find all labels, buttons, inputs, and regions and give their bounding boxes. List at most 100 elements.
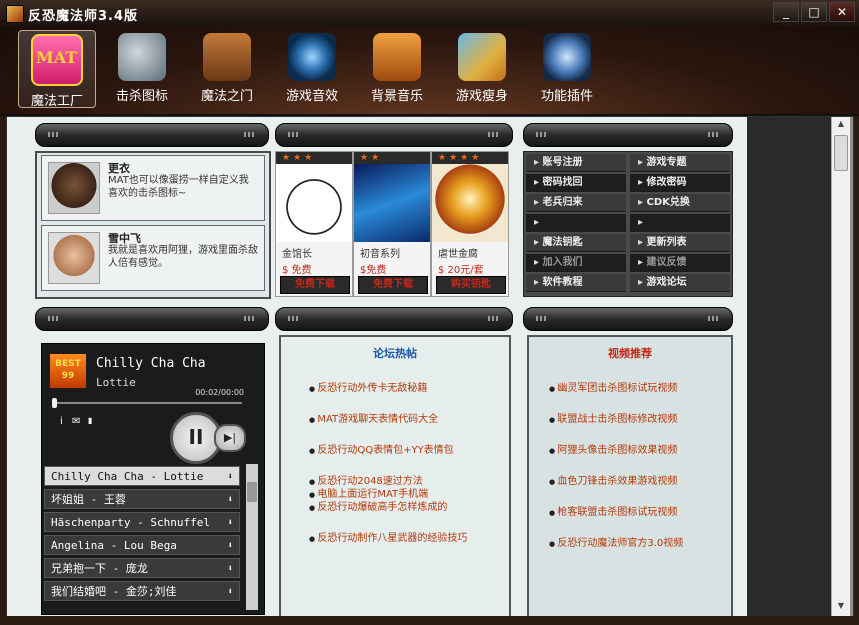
forum-post-link[interactable]: 反恐行动外传卡无敌秘籍 (309, 379, 427, 394)
mail-icon[interactable]: ✉ (72, 416, 80, 427)
tool-plugins[interactable]: 功能插件 (529, 30, 605, 106)
skin-thumbnail[interactable] (276, 164, 352, 242)
link-empty[interactable] (526, 214, 626, 232)
tool-game-sound[interactable]: 游戏音效 (274, 30, 350, 106)
forum-post-link[interactable]: MAT游戏聊天表情代码大全 (309, 410, 438, 425)
link-join-us[interactable]: 加入我们 (526, 254, 626, 272)
user-comment: MAT也可以像蛋捞一样自定义我喜欢的击杀图标~ (108, 175, 249, 199)
link-password-recovery[interactable]: 密码找回 (526, 174, 626, 192)
maximize-button[interactable]: □ (801, 2, 827, 22)
buy-key-button[interactable]: 购买钥匙 (436, 276, 506, 294)
vertical-scrollbar[interactable]: ▲ ▼ (831, 117, 850, 617)
tool-label: 魔法之门 (200, 89, 253, 104)
playlist-item[interactable]: 坏姐姐 - 王蓉 ⬇ (44, 489, 240, 509)
tool-label: 功能插件 (540, 89, 593, 104)
music-player: BEST 99 Chilly Cha Cha Lottie 00:02/00:0… (41, 343, 265, 615)
link-tutorial[interactable]: 软件教程 (526, 274, 626, 292)
rating-stars: ★★★ (276, 152, 352, 164)
rating-stars: ★★★★ (432, 152, 508, 164)
forum-post-link[interactable]: 反恐行动制作八星武器的经验技巧 (309, 529, 467, 544)
track-name: Angelina - Lou Bega (51, 539, 177, 552)
download-icon[interactable]: ⬇ (228, 536, 233, 554)
forum-post-link[interactable]: 反恐行动爆破高手怎样炼成的 (309, 498, 447, 513)
plugin-icon (543, 33, 591, 81)
scroll-thumb[interactable] (834, 135, 848, 171)
free-download-button[interactable]: 免费下载 (358, 276, 428, 294)
link-update-list[interactable]: 更新列表 (630, 234, 730, 252)
skin-price: $ 20元/套 (438, 265, 484, 276)
main-toolbar: MAT 魔法工厂 击杀图标 魔法之门 游戏音效 背景音乐 游戏瘦身 功能插件 (0, 26, 859, 116)
video-link[interactable]: 反恐行动魔法师官方3.0视频 (549, 534, 683, 549)
download-icon[interactable]: ⬇ (228, 513, 233, 531)
forum-post-link[interactable]: 反恐行动QQ表情包+YY表情包 (309, 441, 453, 456)
video-link[interactable]: 血色刀锋击杀效果游戏视频 (549, 472, 677, 487)
skin-name: 金馆长 (282, 249, 312, 260)
magic-door-icon (203, 33, 251, 81)
playlist-item[interactable]: 兄弟抱一下 - 庞龙 ⬇ (44, 558, 240, 578)
user-review: 雪中飞 我就是喜欢用阿狸，游戏里面杀敌人倍有感觉。 (41, 225, 265, 291)
tool-label: 游戏瘦身 (455, 89, 508, 104)
link-veteran-return[interactable]: 老兵归来 (526, 194, 626, 212)
link-magic-key[interactable]: 魔法钥匙 (526, 234, 626, 252)
skin-thumbnail[interactable] (432, 164, 508, 242)
title-bar: 反恐魔法师3.4版 _ □ ✕ (0, 0, 859, 26)
video-link[interactable]: 幽灵军团击杀图标试玩视频 (549, 379, 677, 394)
link-game-forum[interactable]: 游戏论坛 (630, 274, 730, 292)
minimize-button[interactable]: _ (773, 2, 799, 22)
avatar (48, 232, 100, 284)
download-icon[interactable]: ⬇ (228, 582, 233, 600)
playlist-item[interactable]: Chilly Cha Cha - Lottie ⬇ (44, 466, 240, 486)
skin-price: $免费 (360, 265, 387, 276)
track-name: 我们结婚吧 - 金莎;刘佳 (51, 585, 177, 598)
tool-kill-icons[interactable]: 击杀图标 (104, 30, 180, 106)
video-link[interactable]: 联盟战士击杀图标修改视频 (549, 410, 677, 425)
track-name: Chilly Cha Cha - Lottie (51, 470, 204, 483)
playlist-item[interactable]: 我们结婚吧 - 金莎;刘佳 ⬇ (44, 581, 240, 601)
video-link[interactable]: 阿狸头像击杀图标效果视频 (549, 441, 677, 456)
video-link[interactable]: 枪客联盟击杀图标试玩视频 (549, 503, 677, 518)
scroll-down-icon[interactable]: ▼ (834, 601, 848, 613)
tool-label: 击杀图标 (115, 89, 168, 104)
tool-magic-door[interactable]: 魔法之门 (189, 30, 265, 106)
skin-thumbnail[interactable] (354, 164, 430, 242)
download-icon[interactable]: ⬇ (228, 490, 233, 508)
playlist-scroll-thumb[interactable] (247, 482, 257, 502)
mat-logo-icon: MAT (31, 34, 83, 86)
app-icon (6, 5, 24, 23)
download-icon[interactable]: ⬇ (228, 467, 233, 485)
playlist-scrollbar[interactable] (246, 464, 258, 610)
tool-label: 背景音乐 (370, 89, 423, 104)
skin-name: 初音系列 (360, 249, 400, 260)
forum-title: 论坛热帖 (373, 347, 417, 360)
tool-magic-factory[interactable]: MAT 魔法工厂 (18, 30, 96, 109)
info-icon[interactable]: i (60, 416, 63, 427)
scroll-up-icon[interactable]: ▲ (834, 119, 848, 131)
free-download-button[interactable]: 免费下载 (280, 276, 350, 294)
playlist-item[interactable]: Angelina - Lou Bega ⬇ (44, 535, 240, 555)
panel-header-skins (275, 123, 513, 147)
signal-bars-icon[interactable]: ▮ (88, 416, 92, 425)
download-icon[interactable]: ⬇ (228, 559, 233, 577)
song-title: Chilly Cha Cha (96, 356, 206, 371)
next-track-button[interactable]: ▶| (214, 424, 246, 452)
link-feedback[interactable]: 建议反馈 (630, 254, 730, 272)
close-button[interactable]: ✕ (829, 2, 855, 22)
progress-bar[interactable] (54, 402, 242, 404)
playlist-item[interactable]: Häschenparty - Schnuffel ⬇ (44, 512, 240, 532)
panel-header-links (523, 123, 733, 147)
link-register[interactable]: 账号注册 (526, 154, 626, 172)
progress-knob[interactable] (52, 398, 57, 408)
side-background (747, 117, 831, 617)
tool-game-slim[interactable]: 游戏瘦身 (444, 30, 520, 106)
playback-time: 00:02/00:00 (195, 388, 244, 397)
panel-header-video (523, 307, 733, 331)
link-cdk-redeem[interactable]: CDK兑换 (630, 194, 730, 212)
link-change-password[interactable]: 修改密码 (630, 174, 730, 192)
link-game-topic[interactable]: 游戏专题 (630, 154, 730, 172)
tool-bg-music[interactable]: 背景音乐 (359, 30, 435, 106)
user-reviews-panel: 更衣 MAT也可以像蛋捞一样自定义我喜欢的击杀图标~ 雪中飞 我就是喜欢用阿狸，… (35, 151, 271, 299)
link-empty[interactable] (630, 214, 730, 232)
skin-card: ★★★ 金馆长 $ 免费 免费下载 (275, 151, 353, 297)
user-comment: 我就是喜欢用阿狸，游戏里面杀敌人倍有感觉。 (108, 245, 258, 269)
skin-price: $ 免费 (282, 265, 312, 276)
